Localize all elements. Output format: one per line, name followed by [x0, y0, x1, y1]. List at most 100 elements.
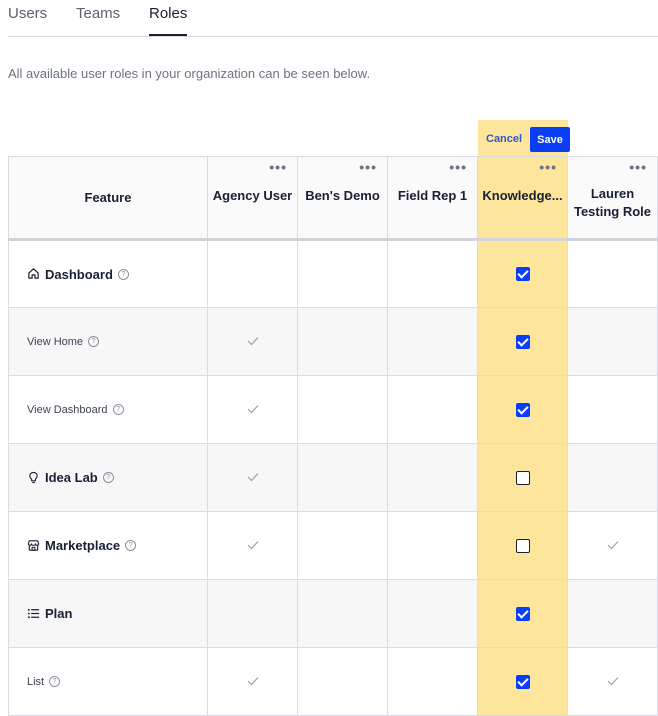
permission-cell [207, 307, 298, 376]
table-row: View Home? [8, 307, 658, 376]
more-options-icon[interactable]: ••• [449, 160, 467, 174]
checkmark-icon [246, 675, 260, 689]
help-icon[interactable]: ? [49, 676, 61, 687]
permission-cell [297, 511, 388, 580]
permission-cell [477, 511, 568, 580]
help-icon[interactable]: ? [125, 540, 137, 551]
cancel-button[interactable]: Cancel [486, 133, 522, 145]
tab-bar: Users Teams Roles [0, 0, 658, 37]
permission-cell [567, 579, 658, 648]
permission-cell [477, 307, 568, 376]
store-icon [27, 539, 41, 553]
role-header-knowledge: ••• Knowledge... [477, 156, 568, 241]
checkmark-icon [246, 539, 260, 553]
role-edit-bar: Cancel Save [478, 120, 570, 157]
feature-header-label: Feature [84, 190, 132, 205]
table-row: View Dashboard? [8, 375, 658, 444]
help-icon[interactable]: ? [102, 472, 114, 483]
feature-cell: Idea Lab? [8, 443, 208, 512]
role-header-bens-demo: ••• Ben's Demo [297, 156, 388, 241]
tab-teams[interactable]: Teams [76, 5, 120, 22]
page-description: All available user roles in your organiz… [8, 66, 371, 81]
tab-users[interactable]: Users [8, 5, 47, 22]
more-options-icon[interactable]: ••• [629, 160, 647, 174]
permission-cell [477, 375, 568, 444]
feature-label: Dashboard? [9, 241, 207, 307]
permission-cell [207, 443, 298, 512]
role-name: Ben's Demo [305, 188, 380, 203]
help-icon[interactable]: ? [88, 336, 100, 347]
feature-cell: View Dashboard? [8, 375, 208, 444]
permission-cell [297, 375, 388, 444]
permission-checkbox[interactable] [515, 402, 530, 417]
permission-cell [477, 647, 568, 716]
permission-cell [207, 375, 298, 444]
checkmark-icon [246, 471, 260, 485]
permission-checkbox[interactable] [515, 674, 530, 689]
feature-cell: Dashboard? [8, 239, 208, 308]
more-options-icon[interactable]: ••• [269, 160, 287, 174]
permission-checkbox[interactable] [515, 267, 530, 281]
save-button[interactable]: Save [530, 127, 570, 152]
permission-checkbox[interactable] [515, 470, 530, 485]
permission-cell [207, 239, 298, 308]
permission-cell [207, 579, 298, 648]
permission-cell [387, 647, 478, 716]
feature-cell: List? [8, 647, 208, 716]
permission-cell [387, 579, 478, 648]
permission-cell [387, 511, 478, 580]
permission-checkbox[interactable] [515, 334, 530, 349]
feature-name: Plan [45, 606, 73, 621]
more-options-icon[interactable]: ••• [359, 160, 377, 174]
feature-label: List? [9, 648, 207, 715]
feature-label: View Home? [9, 308, 207, 375]
permission-cell [567, 443, 658, 512]
permission-cell [207, 511, 298, 580]
help-icon[interactable]: ? [112, 404, 124, 415]
feature-name: Idea Lab [45, 470, 98, 485]
table-row: Marketplace? [8, 511, 658, 580]
checkmark-icon [606, 539, 620, 553]
permission-cell [297, 307, 388, 376]
permission-checkbox[interactable] [515, 606, 530, 621]
feature-label: Plan [9, 580, 207, 647]
role-header-agency-user: ••• Agency User [207, 156, 298, 241]
permission-cell [477, 443, 568, 512]
feature-label: View Dashboard? [9, 376, 207, 443]
feature-name: Marketplace [45, 538, 121, 553]
feature-name: View Home [27, 335, 84, 348]
help-icon[interactable]: ? [117, 268, 129, 280]
feature-label: Marketplace? [9, 512, 207, 579]
permission-cell [567, 511, 658, 580]
role-name: Agency User [212, 188, 293, 203]
permission-cell [387, 239, 478, 308]
lightbulb-icon [27, 471, 41, 485]
permission-checkbox[interactable] [515, 538, 530, 553]
checkmark-icon [246, 403, 260, 417]
permission-cell [387, 443, 478, 512]
checkmark-icon [606, 675, 620, 689]
list-icon [27, 607, 41, 621]
permission-cell [297, 239, 388, 308]
permission-cell [567, 307, 658, 376]
permission-cell [207, 647, 298, 716]
permission-cell [387, 307, 478, 376]
checkmark-icon [246, 335, 260, 349]
feature-label: Idea Lab? [9, 444, 207, 511]
tab-roles[interactable]: Roles [149, 5, 187, 22]
feature-name: View Dashboard [27, 403, 108, 416]
permission-cell [567, 647, 658, 716]
role-name: Lauren Testing Role [573, 186, 652, 219]
feature-cell: Marketplace? [8, 511, 208, 580]
permission-cell [387, 375, 478, 444]
table-row: Idea Lab? [8, 443, 658, 512]
permission-cell [477, 579, 568, 648]
feature-name: List [27, 675, 45, 688]
permission-cell [477, 239, 568, 308]
role-name: Knowledge... [482, 188, 563, 203]
more-options-icon[interactable]: ••• [539, 160, 557, 174]
tab-divider [8, 36, 658, 37]
feature-cell: View Home? [8, 307, 208, 376]
role-header-lauren-testing-role: ••• Lauren Testing Role [567, 156, 658, 241]
roles-permission-table: Feature ••• Agency User ••• Ben's Demo •… [8, 156, 658, 716]
